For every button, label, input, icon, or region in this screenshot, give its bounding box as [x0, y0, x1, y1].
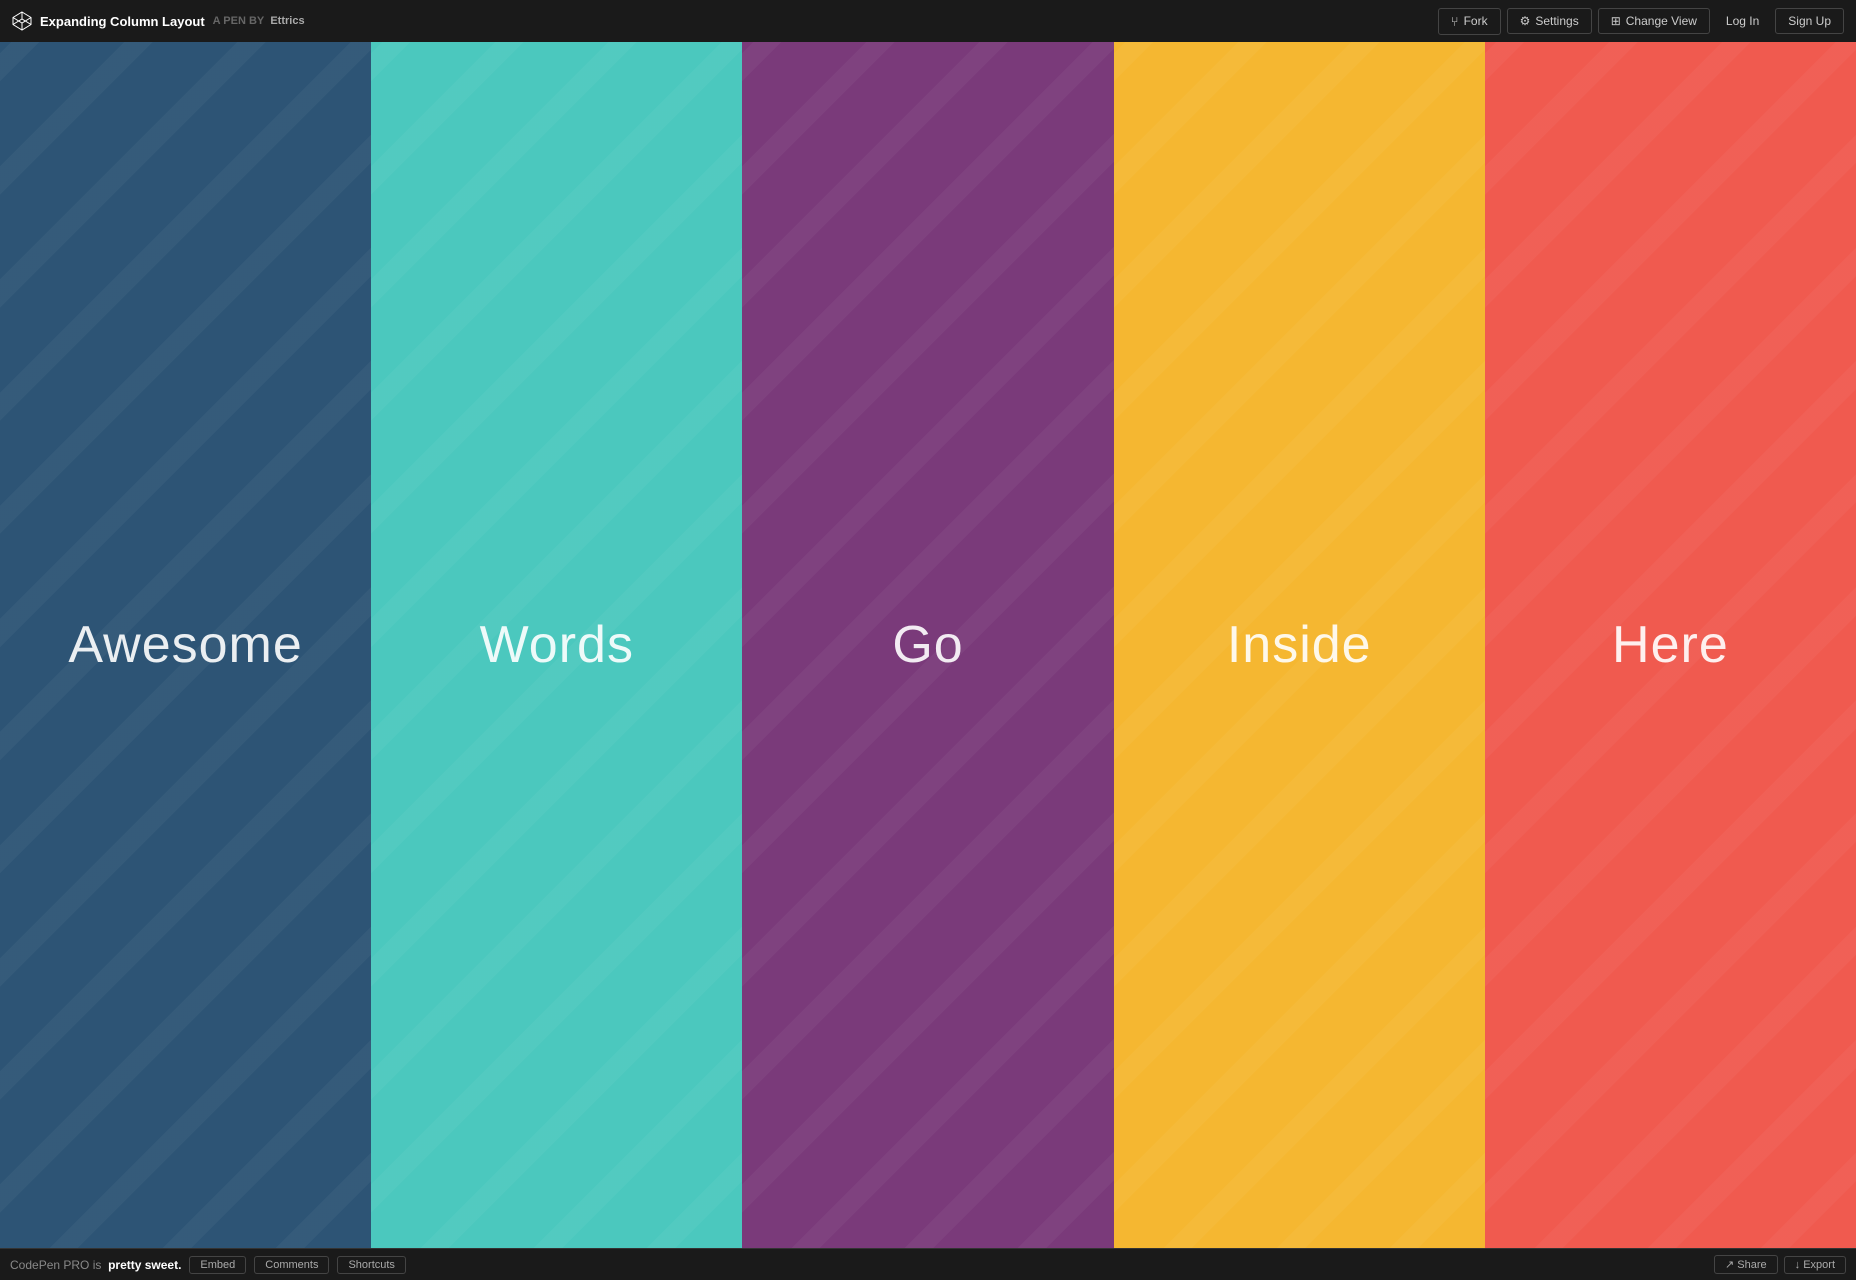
change-view-icon: ⊞	[1611, 14, 1621, 28]
column-inside[interactable]: Inside	[1114, 42, 1485, 1248]
promo-text: CodePen PRO is pretty sweet.	[10, 1258, 181, 1272]
column-here[interactable]: Here	[1485, 42, 1856, 1248]
settings-button[interactable]: ⚙ Settings	[1507, 8, 1592, 34]
column-words-label: Words	[480, 615, 634, 675]
column-words[interactable]: Words	[371, 42, 742, 1248]
column-awesome-label: Awesome	[68, 615, 302, 675]
column-go-label: Go	[892, 615, 963, 675]
promo-bold: pretty sweet.	[108, 1258, 181, 1272]
column-awesome[interactable]: Awesome	[0, 42, 371, 1248]
login-button[interactable]: Log In	[1716, 9, 1769, 33]
shortcuts-button[interactable]: Shortcuts	[337, 1256, 405, 1274]
column-inside-label: Inside	[1227, 615, 1372, 675]
codepen-logo	[12, 11, 32, 31]
pen-title: Expanding Column Layout	[40, 14, 205, 29]
bottombar: CodePen PRO is pretty sweet. Embed Comme…	[0, 1248, 1856, 1280]
bottombar-left: CodePen PRO is pretty sweet. Embed Comme…	[10, 1256, 406, 1274]
share-icon: ↗	[1725, 1259, 1734, 1271]
comments-button[interactable]: Comments	[254, 1256, 329, 1274]
embed-button[interactable]: Embed	[189, 1256, 246, 1274]
export-button[interactable]: ↓ Export	[1784, 1256, 1846, 1274]
main-area: Awesome Words Go Inside Here	[0, 42, 1856, 1248]
bottombar-right: ↗ Share ↓ Export	[1714, 1255, 1846, 1274]
change-view-button[interactable]: ⊞ Change View	[1598, 8, 1710, 34]
signup-button[interactable]: Sign Up	[1775, 8, 1844, 34]
pen-author-name: Ettrics	[270, 15, 304, 27]
topbar-left: Expanding Column Layout A PEN BY Ettrics	[12, 11, 305, 31]
fork-button[interactable]: ⑂ Fork	[1438, 8, 1501, 35]
column-here-label: Here	[1612, 615, 1729, 675]
pen-author: A PEN BY Ettrics	[213, 15, 305, 27]
settings-icon: ⚙	[1520, 14, 1531, 28]
share-button[interactable]: ↗ Share	[1714, 1255, 1778, 1274]
topbar-right: ⑂ Fork ⚙ Settings ⊞ Change View Log In S…	[1438, 8, 1844, 35]
pen-author-prefix: A PEN BY	[213, 15, 265, 27]
export-icon: ↓	[1795, 1259, 1801, 1271]
topbar: Expanding Column Layout A PEN BY Ettrics…	[0, 0, 1856, 42]
column-go[interactable]: Go	[742, 42, 1113, 1248]
fork-icon: ⑂	[1451, 14, 1459, 29]
